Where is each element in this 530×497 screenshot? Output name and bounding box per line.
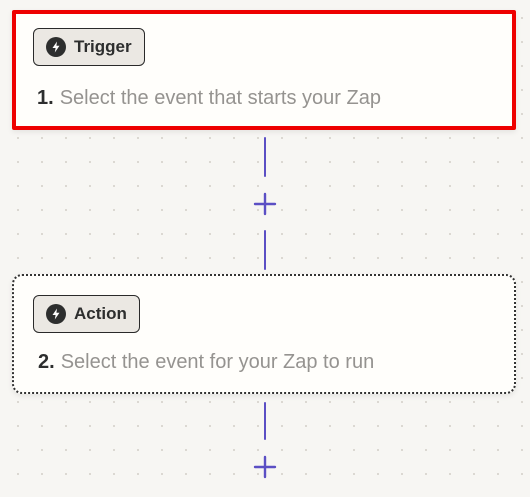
trigger-type-label: Trigger bbox=[74, 37, 132, 56]
step-number: 1. bbox=[37, 87, 54, 109]
step-number: 2. bbox=[38, 351, 55, 373]
step-connector-line bbox=[264, 137, 266, 177]
lightning-bolt-icon bbox=[46, 304, 66, 324]
plus-icon bbox=[253, 455, 277, 479]
step-description: Select the event for your Zap to run bbox=[60, 351, 375, 373]
step-connector-line bbox=[264, 230, 266, 270]
step-connector-line bbox=[264, 402, 266, 440]
action-step-card[interactable]: Action 2. Select the event for your Zap t… bbox=[12, 274, 516, 394]
trigger-step-title: 1. Select the event that starts your Zap bbox=[37, 87, 381, 110]
add-step-button[interactable] bbox=[252, 454, 278, 480]
add-step-button[interactable] bbox=[252, 191, 278, 217]
action-type-label: Action bbox=[74, 304, 127, 323]
action-step-title: 2. Select the event for your Zap to run bbox=[38, 351, 374, 374]
trigger-step-card[interactable]: Trigger 1. Select the event that starts y… bbox=[12, 10, 516, 130]
step-description: Select the event that starts your Zap bbox=[59, 87, 381, 109]
trigger-type-badge[interactable]: Trigger bbox=[33, 28, 145, 66]
action-type-badge[interactable]: Action bbox=[33, 295, 140, 333]
plus-icon bbox=[253, 192, 277, 216]
lightning-bolt-icon bbox=[46, 37, 66, 57]
